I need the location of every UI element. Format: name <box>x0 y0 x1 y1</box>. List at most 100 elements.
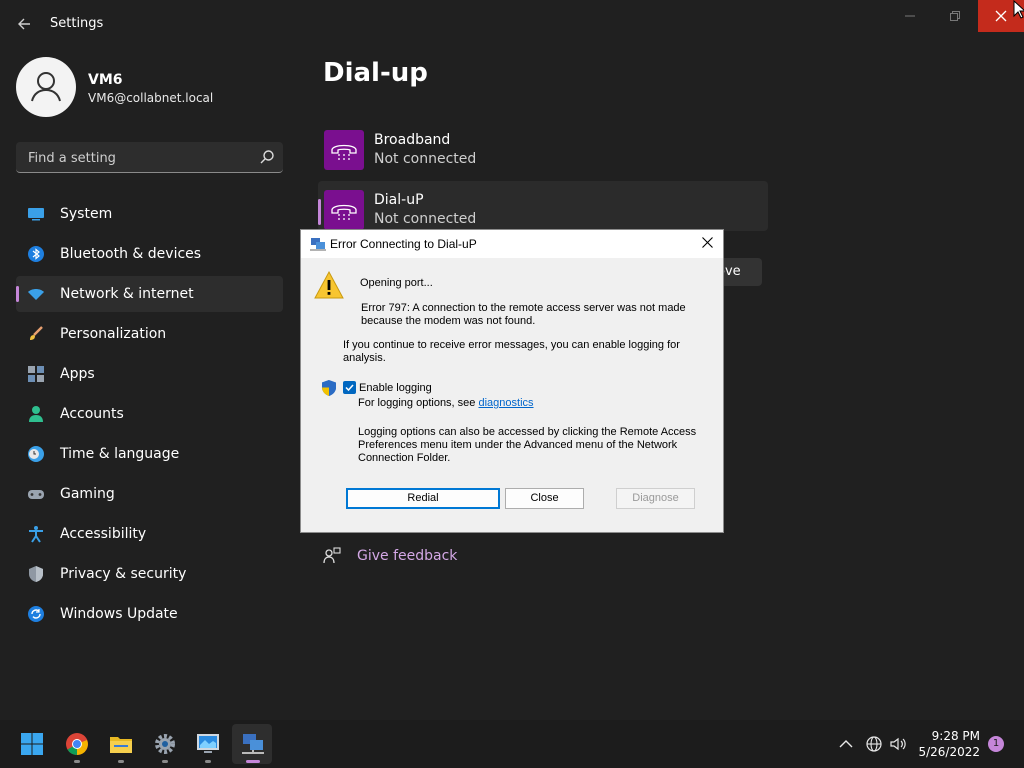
dialog-close-text-button[interactable]: Close <box>505 488 584 509</box>
sidebar-item-label: Apps <box>60 366 95 382</box>
gear-icon[interactable] <box>153 732 177 756</box>
warning-icon <box>314 270 344 299</box>
sidebar-item-network[interactable]: Network & internet <box>16 276 283 312</box>
user-name: VM6 <box>88 72 123 88</box>
sidebar-item-time-language[interactable]: Time & language <box>16 436 283 472</box>
running-indicator <box>162 760 168 763</box>
error-dialog: Error Connecting to Dial-uP Opening port… <box>300 229 724 533</box>
sidebar-item-privacy[interactable]: Privacy & security <box>16 556 283 592</box>
active-app-indicator <box>246 760 260 763</box>
maximize-button[interactable] <box>941 0 969 32</box>
active-indicator <box>16 286 19 302</box>
sidebar-item-label: Privacy & security <box>60 566 187 582</box>
uac-shield-icon <box>322 380 336 396</box>
running-indicator <box>74 760 80 763</box>
minimize-icon <box>905 15 915 17</box>
sidebar-item-label: Network & internet <box>60 286 194 302</box>
globe-icon[interactable] <box>865 735 883 753</box>
search-input[interactable] <box>26 148 246 168</box>
sidebar-item-bluetooth[interactable]: Bluetooth & devices <box>16 236 283 272</box>
diagnose-button[interactable]: Diagnose <box>616 488 695 509</box>
windows-logo-icon[interactable] <box>20 732 44 756</box>
dialog-info-line-2: analysis. <box>343 352 386 364</box>
dialog-title-bar: Error Connecting to Dial-uP <box>301 230 723 258</box>
app-title: Settings <box>50 16 104 31</box>
phone-icon <box>324 190 364 230</box>
dialog-note-line-3: Connection Folder. <box>358 452 451 464</box>
checkmark-icon <box>345 384 354 392</box>
page-title: Dial-up <box>323 58 428 88</box>
running-indicator <box>205 760 211 763</box>
feedback-icon <box>323 547 341 564</box>
network-connection-icon[interactable] <box>241 732 265 756</box>
sidebar-item-gaming[interactable]: Gaming <box>16 476 283 512</box>
close-icon <box>995 10 1007 22</box>
dialog-error-line-1: Error 797: A connection to the remote ac… <box>361 302 686 314</box>
minimize-button[interactable] <box>896 0 924 32</box>
clock-date[interactable]: 5/26/2022 <box>912 745 980 759</box>
enable-logging-label[interactable]: Enable logging <box>359 382 432 395</box>
give-feedback-link[interactable]: Give feedback <box>357 548 457 564</box>
connection-name: Dial-uP <box>374 192 424 208</box>
diagnostics-link[interactable]: diagnostics <box>478 397 533 409</box>
running-indicator <box>118 760 124 763</box>
network-icon <box>28 289 44 300</box>
connection-dialup[interactable]: Dial-uP Not connected <box>318 181 768 231</box>
connection-name: Broadband <box>374 132 451 148</box>
enable-logging-checkbox[interactable] <box>343 381 356 394</box>
dialog-close-button[interactable] <box>695 233 719 255</box>
dialog-error-line-2: because the modem was not found. <box>361 315 536 327</box>
redial-button[interactable]: Redial <box>346 488 500 509</box>
system-icon <box>28 208 44 221</box>
sidebar-item-windows-update[interactable]: Windows Update <box>16 596 283 632</box>
sidebar-item-label: Bluetooth & devices <box>60 246 202 262</box>
sidebar-item-system[interactable]: System <box>16 196 283 232</box>
sidebar-item-label: Accounts <box>60 406 124 422</box>
phone-icon <box>324 130 364 170</box>
connection-broadband[interactable]: Broadband Not connected <box>318 121 768 177</box>
gamepad-icon <box>28 490 44 499</box>
person-icon <box>29 406 43 422</box>
chrome-icon[interactable] <box>65 732 89 756</box>
connection-status: Not connected <box>374 211 477 227</box>
logging-options-text: For logging options, see diagnostics <box>358 397 534 409</box>
sidebar-item-accounts[interactable]: Accounts <box>16 396 283 432</box>
search-box[interactable] <box>16 142 283 173</box>
sidebar-item-label: Gaming <box>60 486 115 502</box>
dialog-title: Error Connecting to Dial-uP <box>330 237 477 251</box>
dialog-note-line-1: Logging options can also be accessed by … <box>358 426 697 438</box>
dialog-info-line-1: If you continue to receive error message… <box>343 339 680 351</box>
brush-icon <box>30 326 43 340</box>
folder-icon[interactable] <box>109 732 133 756</box>
notification-badge[interactable]: 1 <box>988 736 1004 752</box>
shield-icon <box>29 566 43 582</box>
bluetooth-icon <box>28 246 44 262</box>
search-icon[interactable] <box>258 148 276 166</box>
network-connection-icon <box>310 238 326 251</box>
avatar[interactable] <box>16 57 76 117</box>
accessibility-icon <box>29 526 43 543</box>
title-bar: Settings <box>0 0 1024 48</box>
back-button[interactable] <box>12 12 36 36</box>
sidebar-item-personalization[interactable]: Personalization <box>16 316 283 352</box>
chevron-up-icon[interactable] <box>837 735 855 753</box>
sidebar-item-label: Time & language <box>60 446 180 462</box>
sidebar-item-accessibility[interactable]: Accessibility <box>16 516 283 552</box>
clock-globe-icon <box>28 446 44 462</box>
sidebar-item-label: System <box>60 206 113 222</box>
dialog-note-line-2: Preferences menu item under the Advanced… <box>358 439 678 451</box>
monitor-icon[interactable] <box>196 732 220 756</box>
person-icon <box>31 72 61 102</box>
sidebar-item-apps[interactable]: Apps <box>16 356 283 392</box>
mouse-cursor-icon <box>1013 0 1024 19</box>
close-icon <box>701 237 713 248</box>
volume-icon[interactable] <box>889 735 907 753</box>
user-email: VM6@collabnet.local <box>88 91 214 105</box>
apps-icon <box>28 366 44 382</box>
clock-time[interactable]: 9:28 PM <box>912 729 980 743</box>
connection-status: Not connected <box>374 151 477 167</box>
taskbar <box>0 720 1024 768</box>
update-icon <box>28 606 44 622</box>
sidebar-item-label: Accessibility <box>60 526 147 542</box>
selected-indicator <box>318 199 321 225</box>
